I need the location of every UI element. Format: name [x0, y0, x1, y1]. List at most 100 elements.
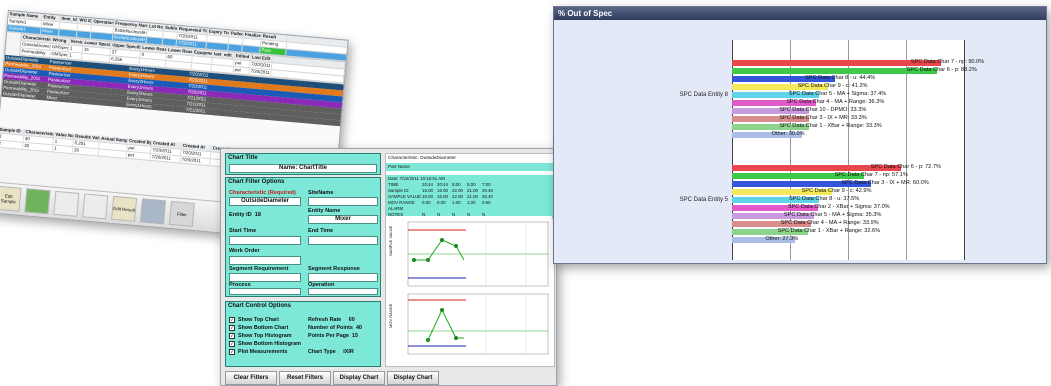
- top-axis-label: SAMPLE VALUE: [388, 226, 393, 256]
- entity-label: SPC Data Entity 8: [679, 92, 728, 98]
- filter-panel: Chart Filter Options Characteristic (Req…: [225, 177, 381, 297]
- grid-header-cell[interactable]: Pulled: [229, 30, 245, 38]
- refresh-rate-value[interactable]: 60: [349, 317, 355, 323]
- spec-bar-label: SPC Data Char 1 - XBar + Range: 32.6%: [777, 228, 881, 234]
- stats-table: Date: 7/22/2011 10:16:51 AM TIME 20:44 20:4…: [386, 175, 554, 219]
- control-charts: SAMPLE VALUE MOV RANGE: [386, 216, 552, 364]
- top-point: [426, 258, 430, 262]
- control-checkbox-label: Plot Measurements: [238, 349, 288, 355]
- control-checkbox-row[interactable]: ✓ Show Bottom Chart: [229, 324, 301, 332]
- edit-sample-button[interactable]: Edit Sample: [0, 185, 22, 212]
- filter-panel-title: Chart Filter Options: [228, 179, 285, 185]
- spec-bar-label: SPC Data Char 10 - DPMO: 33.3%: [779, 107, 867, 113]
- points-label: Number of Points: [308, 325, 353, 331]
- top-point: [412, 258, 416, 262]
- building-button[interactable]: [82, 193, 109, 220]
- top-point: [440, 238, 444, 242]
- control-values: Refresh Rate 60 Number of Points 40 Poin…: [308, 316, 362, 356]
- chart-title-input[interactable]: Name: ChartTitle: [229, 164, 377, 173]
- result-cell: 7/20/2011: [150, 154, 181, 163]
- segment-response-label: Segment Response: [308, 266, 360, 272]
- grid-header-cell[interactable]: Sublot: [163, 24, 179, 32]
- tree-button[interactable]: [24, 188, 51, 215]
- result-cell: 2: [0, 140, 24, 149]
- result-cell: 26: [72, 147, 100, 156]
- segment-response-input[interactable]: [308, 273, 378, 282]
- work-order-label: Work Order: [229, 248, 260, 254]
- sub-grid-cell: [165, 60, 193, 70]
- spec-bar-label: SPC Data Char 7 - np: 90.0%: [910, 59, 985, 65]
- entity-id-label: Entity ID 18: [229, 212, 262, 218]
- checkbox-icon[interactable]: ✓: [229, 324, 235, 331]
- operation-input[interactable]: [308, 288, 378, 295]
- checkbox-icon[interactable]: ✓: [229, 348, 235, 355]
- sub-grid-cell: [211, 64, 234, 73]
- site-name-label: SiteName: [308, 190, 334, 196]
- chart-type-label: Chart Type: [308, 349, 336, 355]
- characteristic-label: Characteristic (Required): [229, 190, 296, 196]
- spec-bar[interactable]: [732, 60, 941, 66]
- spec-bar-label: Other: 30.0%: [771, 131, 805, 137]
- checkbox-icon[interactable]: ✓: [229, 316, 235, 323]
- edit-result-button[interactable]: Edit Result: [111, 195, 138, 222]
- result-cell: pet: [126, 151, 151, 160]
- entity-name-label: Entity Name: [308, 208, 341, 214]
- characteristic-header: Characteristic: OutsideDiameter: [388, 156, 456, 161]
- control-checkbox-row[interactable]: ✓ Show Top Histogram: [229, 332, 301, 340]
- sub-grid-cell: GMSpec: [50, 50, 69, 59]
- segment-requirement-label: Segment Requirement: [229, 266, 289, 272]
- control-checkbox-label: Show Bottom Histogram: [238, 341, 301, 347]
- work-order-input[interactable]: [229, 256, 301, 265]
- refresh-rate-row: Refresh Rate 60: [308, 316, 362, 324]
- spec-bar-label: SPC Data Char 4 - MA + Range: 33.9%: [780, 220, 879, 226]
- spec-bar-label: SPC Data Char 9 - c: 42.9%: [801, 188, 872, 194]
- home-button[interactable]: [53, 190, 80, 217]
- part-name-label: Part Name: [386, 163, 554, 171]
- spec-bar-label: SPC Data Char 8 - u: 37.5%: [789, 196, 860, 202]
- end-time-input[interactable]: [308, 236, 378, 245]
- site-name-input[interactable]: [308, 197, 378, 206]
- entity-name-input[interactable]: Mixer: [308, 215, 378, 224]
- filter-button[interactable]: Filter: [168, 200, 195, 227]
- sub-grid-cell: 0.256: [109, 56, 141, 65]
- process-input[interactable]: [229, 288, 301, 295]
- bottom-point: [454, 336, 458, 340]
- sub-grid-header-cell[interactable]: Version: [69, 38, 84, 46]
- sub-grid-cell: pet: [233, 66, 250, 75]
- entity-label: SPC Data Entity 5: [679, 197, 728, 203]
- grid-header-cell[interactable]: WO ID: [78, 17, 93, 25]
- entity-id-value: 18: [254, 212, 262, 218]
- chart-control-panel: Chart Control Options ✓ Show Top Chart ✓ Sh…: [225, 301, 381, 367]
- spec-bar-label: SPC Data Char 8 - u: 44.4%: [805, 75, 876, 81]
- chart-type-value[interactable]: IXIR: [343, 349, 353, 355]
- spec-bar-label: SPC Data Char 5 - MA + Sigma: 37.4%: [788, 91, 887, 97]
- bottom-point: [440, 308, 444, 312]
- per-page-row: Points Per Page 15: [308, 332, 362, 340]
- out-of-spec-window: % Out of Spec SPC Data Entity 8 SPC Data …: [553, 6, 1047, 264]
- chart-title-label: Chart Title: [228, 155, 258, 161]
- control-checkbox-row[interactable]: ✓ Show Top Chart: [229, 316, 301, 324]
- control-checkbox-row[interactable]: ✓ Plot Measurements: [229, 348, 301, 356]
- characteristic-input[interactable]: OutsideDiameter: [229, 197, 301, 206]
- segment-requirement-input[interactable]: [229, 273, 301, 282]
- spec-bar-label: SPC Data Char 5 - MA + Sigma: 35.3%: [783, 212, 882, 218]
- grid-cell: [163, 31, 178, 39]
- display-chart-button[interactable]: Display Chart: [333, 371, 385, 385]
- grid-cell: [228, 44, 243, 52]
- result-cell: 1: [52, 145, 74, 154]
- checkbox-icon[interactable]: ✓: [229, 340, 235, 347]
- sub-grid-cell: [139, 58, 167, 67]
- clear-filters-button[interactable]: Clear Filters: [225, 371, 277, 385]
- start-time-input[interactable]: [229, 236, 301, 245]
- reset-filters-button[interactable]: Reset Filters: [279, 371, 331, 385]
- per-page-value[interactable]: 15: [352, 333, 358, 339]
- sub-grid-cell: 1: [68, 45, 84, 53]
- checkbox-icon[interactable]: ✓: [229, 332, 235, 339]
- out-of-spec-chart: SPC Data Entity 8 SPC Data Char 7 - np: 9…: [554, 20, 1046, 263]
- spec-bar-label: SPC Data Char 6 - p: 72.7%: [870, 164, 941, 170]
- points-value[interactable]: 40: [356, 325, 362, 331]
- spec-bar-label: Other: 27.3%: [765, 236, 799, 242]
- chart-button[interactable]: [139, 198, 166, 225]
- control-checkbox-row[interactable]: ✓ Show Bottom Histogram: [229, 340, 301, 348]
- display-chart-button-2[interactable]: Display Chart: [387, 371, 439, 385]
